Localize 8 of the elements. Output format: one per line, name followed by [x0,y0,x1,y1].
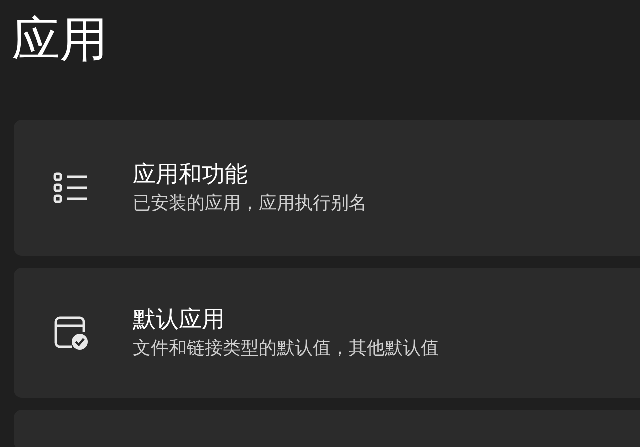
card-title: 默认应用 [133,306,226,335]
card-subtitle: 文件和链接类型的默认值，其他默认值 [133,337,439,361]
card-title: 应用和功能 [133,161,249,190]
page-title: 应用 [12,11,109,70]
settings-card[interactable]: 应用和功能 已安装的应用，应用执行别名 [14,120,640,256]
window-check-icon [52,314,90,352]
settings-card[interactable]: 默认应用 文件和链接类型的默认值，其他默认值 [14,268,640,398]
card-subtitle: 已安装的应用，应用执行别名 [133,192,367,216]
